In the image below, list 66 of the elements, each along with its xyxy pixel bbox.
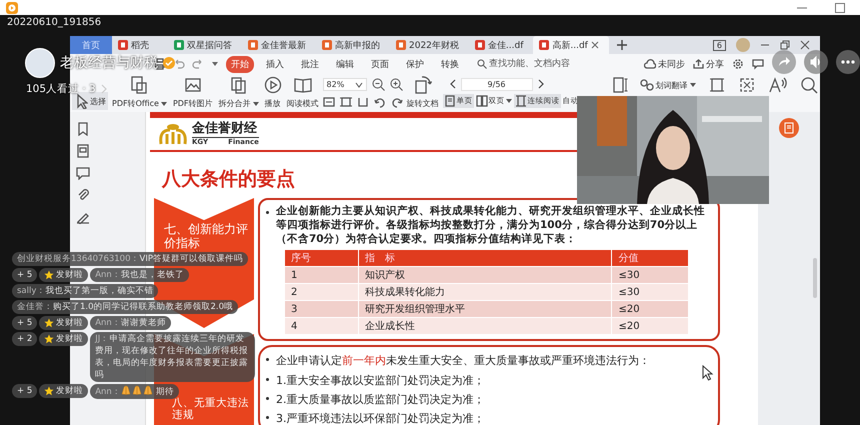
document-tab[interactable]: 金佳誉最新 xyxy=(242,36,316,54)
document-tab[interactable]: 2022年财税 xyxy=(390,36,469,54)
document-tab[interactable]: 高新申报的 xyxy=(316,36,390,54)
tool-button[interactable]: PDF转Office xyxy=(110,97,169,110)
bullet-text: 3.严重环境违法以环保部门处罚决定为准； xyxy=(276,411,484,425)
table-cell: 企业成长性 xyxy=(358,318,612,334)
table-cell: 1 xyxy=(284,266,359,284)
user-level-badge: 发财啦 xyxy=(39,316,88,330)
window-count-badge[interactable]: 6 xyxy=(712,40,726,50)
user-level-badge: 发财啦 xyxy=(39,332,88,346)
search-field[interactable]: 查找功能、文档内容 xyxy=(477,56,599,72)
table-cell: 4 xyxy=(284,318,359,334)
share-button[interactable]: 分享 xyxy=(693,58,724,70)
menu-tab[interactable]: 页面 xyxy=(366,56,394,72)
tool-button[interactable]: 选择 xyxy=(72,92,108,110)
tool-button[interactable]: 拆分合并 xyxy=(216,97,261,110)
column-header: 指 标 xyxy=(358,250,612,266)
translate-button[interactable]: 划词翻译 xyxy=(640,76,696,91)
column-header: 分值 xyxy=(612,250,688,266)
recording-title: 20220610_191856 xyxy=(6,16,102,30)
gift-count-badge: + 5 xyxy=(12,316,38,330)
table-cell: 2 xyxy=(284,284,359,300)
table-cell: ≤30 xyxy=(612,266,688,284)
slide-title: 八大条件的要点 xyxy=(160,167,296,192)
document-tab[interactable]: 高新...df xyxy=(533,36,609,54)
chat-message: 金佳誉：购买了1.0的同学记得联系助教老师领取2.0哦 xyxy=(12,300,238,314)
chat-message: Ann：谢谢黄老师 xyxy=(90,316,171,330)
table-cell: 知识产权 xyxy=(358,266,612,284)
user-level-badge: 发财啦 xyxy=(39,268,88,282)
chat-message: JJ：申请高企需要披露连续三年的研发费用，现在修改了往年的企业所得税报表，电局的年度财务报表需要更正披露吗 xyxy=(90,332,255,382)
menu-tab[interactable]: 插入 xyxy=(261,56,289,72)
table-cell: ≤20 xyxy=(612,318,688,334)
brand-name: 金佳誉财经 xyxy=(192,121,258,137)
table-cell: 研究开发组织管理水平 xyxy=(358,300,612,318)
chat-message: 创业财税服务13640763100：VIP答疑群可以领取课件吗 xyxy=(12,252,248,266)
chat-message: Ann： 期待 xyxy=(90,384,179,399)
tool-button[interactable]: 播放 xyxy=(262,97,283,110)
gift-count-badge: + 2 xyxy=(12,332,38,346)
lead-sentence: 企业申请认定前一年内未发生重大安全、重大质量事故或严重环境违法行为： xyxy=(276,353,650,369)
menu-tab[interactable]: 编辑 xyxy=(331,56,359,72)
document-tab[interactable]: 双星据问答 xyxy=(168,36,242,54)
menu-tab[interactable]: 保护 xyxy=(401,56,429,72)
tool-button[interactable]: PDF转图片 xyxy=(170,97,215,110)
gift-count-badge: + 5 xyxy=(12,268,38,282)
bullet-text: 1.重大安全事故以安监部门处罚决定为准； xyxy=(276,373,484,389)
menu-tab[interactable]: 转换 xyxy=(436,56,464,72)
sync-button[interactable]: 未同步 xyxy=(644,58,685,70)
user-level-badge: 发财啦 xyxy=(39,384,88,398)
chat-message: sally：我也买了第一版，确实不错 xyxy=(12,284,158,298)
gift-count-badge: + 5 xyxy=(12,384,38,398)
chat-message: Ann：我也是，老铁了 xyxy=(90,268,189,282)
document-tab[interactable]: 金佳...df xyxy=(468,36,534,54)
zoom-dropdown[interactable]: 82% xyxy=(322,78,367,92)
rotate-button[interactable]: 旋转文档 xyxy=(404,97,441,110)
menu-tab[interactable]: 批注 xyxy=(296,56,324,72)
table-cell: 3 xyxy=(284,300,359,318)
bullet-text: 2.重大质量事故以质监部门处罚决定为准； xyxy=(276,392,484,408)
page-number-field[interactable]: 9/56 xyxy=(460,78,533,91)
column-header: 序号 xyxy=(284,250,359,266)
menu-tab[interactable]: 开始 xyxy=(226,56,254,72)
table-cell: ≤30 xyxy=(612,284,688,300)
table-cell: 科技成果转化能力 xyxy=(358,284,612,300)
document-tab[interactable]: 稻壳 xyxy=(112,36,168,54)
tool-button[interactable]: 阅读模式 xyxy=(284,97,321,110)
table-cell: ≤20 xyxy=(612,300,688,318)
intro-paragraph: 企业创新能力主要从知识产权、科技成果转化能力、研究开发组织管理水平、企业成长性等四项指标进行评价。各级指标均按整数打分，满分为100分，综合得分达到70分以上（不含70分）为符合认定要求。四项指标分值结构详见下表： xyxy=(276,204,706,246)
